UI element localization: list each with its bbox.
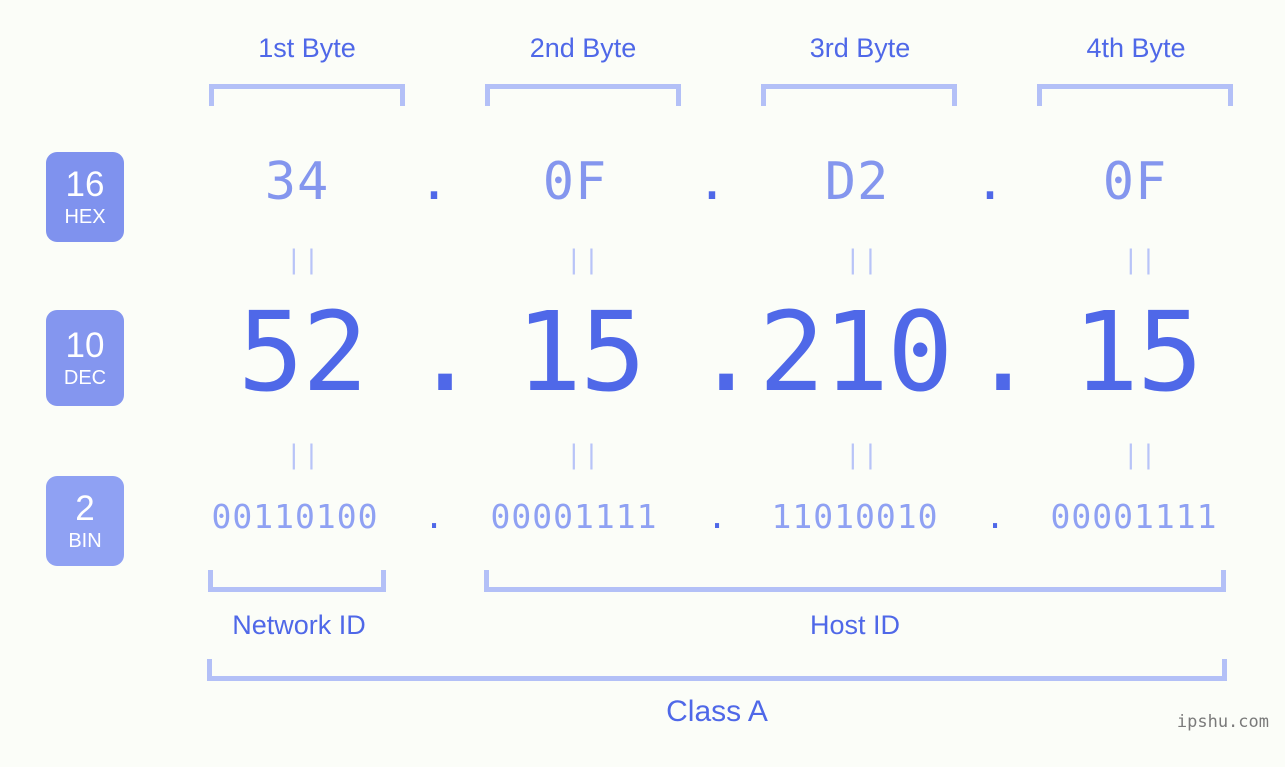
base-badge-bin: 2 BIN xyxy=(46,476,124,566)
equals-dec-bin-1: || xyxy=(286,440,322,470)
bin-separator-2: . xyxy=(707,497,727,536)
bin-octet-1: 00110100 xyxy=(211,497,379,536)
byte-header-2: 2nd Byte xyxy=(529,33,637,63)
dec-separator-1: . xyxy=(412,288,479,416)
base-badge-dec: 10 DEC xyxy=(46,310,124,406)
base-badge-hex-number: 16 xyxy=(65,165,105,204)
ip-address-breakdown-diagram: 1st Byte 2nd Byte 3rd Byte 4th Byte 16 H… xyxy=(0,0,1285,767)
equals-hex-dec-2: || xyxy=(566,245,602,275)
host-id-label: Host ID xyxy=(809,610,901,640)
equals-dec-bin-3: || xyxy=(845,440,881,470)
equals-dec-bin-2: || xyxy=(566,440,602,470)
host-id-bracket xyxy=(484,570,1226,592)
hex-octet-1: 34 xyxy=(264,152,330,212)
hex-separator-2: . xyxy=(696,152,728,212)
hex-octet-4: 0F xyxy=(1102,152,1168,212)
dec-octet-2: 15 xyxy=(515,288,646,416)
hex-octet-3: D2 xyxy=(824,152,890,212)
base-badge-bin-number: 2 xyxy=(75,489,95,528)
base-badge-dec-name: DEC xyxy=(63,367,107,389)
dec-octet-1: 52 xyxy=(237,288,368,416)
equals-hex-dec-3: || xyxy=(845,245,881,275)
byte-bracket-3 xyxy=(761,84,957,106)
base-badge-bin-name: BIN xyxy=(68,530,102,552)
byte-bracket-2 xyxy=(485,84,681,106)
base-badge-hex-name: HEX xyxy=(64,206,106,228)
byte-header-3: 3rd Byte xyxy=(809,33,911,63)
dec-separator-2: . xyxy=(693,288,760,416)
byte-header-4: 4th Byte xyxy=(1086,33,1186,63)
dec-octet-4: 15 xyxy=(1072,288,1203,416)
equals-dec-bin-4: || xyxy=(1123,440,1159,470)
bin-octet-2: 00001111 xyxy=(490,497,658,536)
dec-octet-3: 210 xyxy=(758,288,954,416)
equals-hex-dec-1: || xyxy=(286,245,322,275)
hex-octet-2: 0F xyxy=(542,152,608,212)
bin-octet-4: 00001111 xyxy=(1050,497,1218,536)
hex-separator-3: . xyxy=(974,152,1006,212)
bin-octet-3: 11010010 xyxy=(771,497,939,536)
bin-separator-3: . xyxy=(985,497,1005,536)
byte-header-1: 1st Byte xyxy=(258,33,356,63)
base-badge-hex: 16 HEX xyxy=(46,152,124,242)
equals-hex-dec-4: || xyxy=(1123,245,1159,275)
byte-bracket-4 xyxy=(1037,84,1233,106)
network-id-bracket xyxy=(208,570,386,592)
byte-bracket-1 xyxy=(209,84,405,106)
network-id-label: Network ID xyxy=(232,610,366,640)
hex-separator-1: . xyxy=(418,152,450,212)
dec-separator-3: . xyxy=(970,288,1037,416)
base-badge-dec-number: 10 xyxy=(65,326,105,365)
class-label: Class A xyxy=(666,695,768,728)
class-bracket xyxy=(207,659,1227,681)
bin-separator-1: . xyxy=(424,497,444,536)
watermark: ipshu.com xyxy=(1176,712,1269,732)
